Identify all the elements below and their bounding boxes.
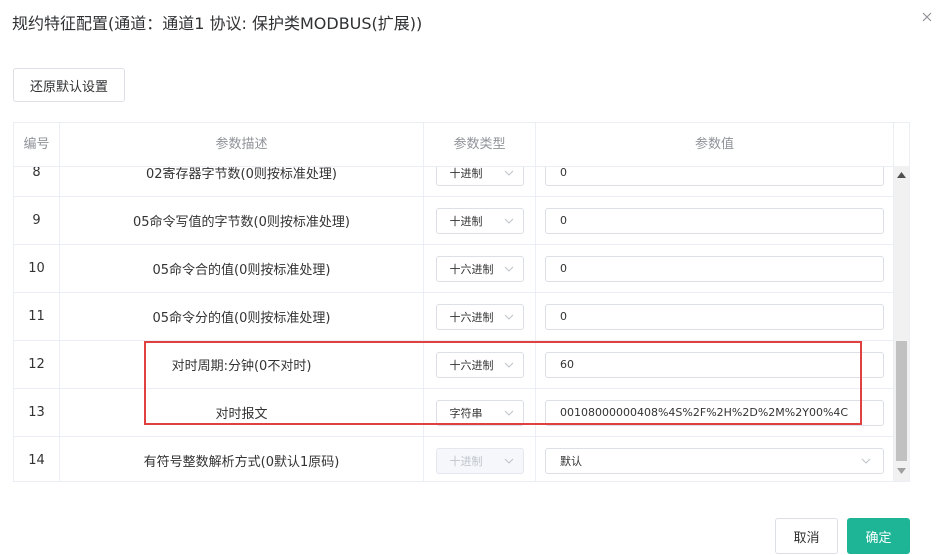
row-number: 9 [14,197,60,244]
header-description: 参数描述 [60,123,424,166]
param-type-value: 字符串 [449,406,483,420]
table-row: 12 对时周期:分钟(0不对时) 十六进制 60 [14,341,894,389]
row-value-cell: 60 [536,341,894,388]
close-icon[interactable] [920,10,934,24]
row-type-cell: 十进制 [424,197,536,244]
param-value-text: 0 [560,262,567,275]
header-type: 参数类型 [424,123,536,166]
param-type-select: 十进制 [435,447,524,474]
row-type-cell: 十六进制 [424,245,536,292]
header-number: 编号 [14,123,60,166]
param-type-value: 十六进制 [449,262,494,276]
param-type-select[interactable]: 十进制 [435,207,524,234]
param-type-value: 十六进制 [449,310,494,324]
table-row: 13 对时报文 字符串 00108000000408%4S%2F%2H%2D%2M%2… [14,389,894,437]
param-type-select[interactable]: 字符串 [435,399,524,426]
row-number: 13 [14,389,60,436]
param-value-input[interactable]: 0 [545,255,884,282]
row-number: 11 [14,293,60,340]
chevron-down-icon [861,458,871,464]
param-type-select[interactable]: 十六进制 [435,303,524,330]
table-row: 9 05命令写值的字节数(0则按标准处理) 十进制 0 [14,197,894,245]
row-description: 有符号整数解析方式(0默认1原码) [60,437,424,481]
header-value: 参数值 [536,123,894,166]
param-type-select[interactable]: 十六进制 [435,255,524,282]
chevron-down-icon [504,266,513,272]
cancel-button[interactable]: 取消 [775,518,838,554]
table-body: 8 02寄存器字节数(0则按标准处理) 十进制 0 9 05命令写值的字节数(0则按标准处… [14,123,894,481]
row-number: 10 [14,245,60,292]
chevron-down-icon [504,218,513,224]
row-type-cell: 十六进制 [424,293,536,340]
scroll-up-arrow-icon[interactable] [897,172,906,178]
parameter-table: 8 02寄存器字节数(0则按标准处理) 十进制 0 9 05命令写值的字节数(0则按标准处… [13,122,910,482]
restore-defaults-button[interactable]: 还原默认设置 [13,68,125,102]
scroll-down-arrow-icon[interactable] [897,468,906,474]
param-value-input[interactable]: 0 [545,303,884,330]
param-value-input[interactable]: 60 [545,351,884,378]
row-type-cell: 十六进制 [424,341,536,388]
param-type-value: 十进制 [449,214,483,228]
row-description: 05命令合的值(0则按标准处理) [60,245,424,292]
param-value-select[interactable]: 默认 [545,447,884,474]
param-value-text: 默认 [560,454,582,468]
row-description: 05命令写值的字节数(0则按标准处理) [60,197,424,244]
row-description: 05命令分的值(0则按标准处理) [60,293,424,340]
param-value-text: 0 [560,166,567,179]
param-value-text: 00108000000408%4S%2F%2H%2D%2M%2Y00%4C [560,406,849,419]
row-type-cell: 字符串 [424,389,536,436]
param-value-text: 0 [560,214,567,227]
table-row: 10 05命令合的值(0则按标准处理) 十六进制 0 [14,245,894,293]
param-type-value: 十进制 [449,454,483,468]
row-number: 12 [14,341,60,388]
confirm-button[interactable]: 确定 [847,518,910,554]
table-row: 14 有符号整数解析方式(0默认1原码) 十进制 默认 [14,437,894,481]
row-description: 对时报文 [60,389,424,436]
row-value-cell: 0 [536,197,894,244]
param-value-input[interactable]: 00108000000408%4S%2F%2H%2D%2M%2Y00%4C [545,399,884,426]
param-value-input[interactable]: 0 [545,207,884,234]
row-number: 14 [14,437,60,481]
scrollbar-thumb[interactable] [896,341,907,461]
param-value-text: 60 [560,358,574,371]
param-type-value: 十六进制 [449,358,494,372]
table-row: 11 05命令分的值(0则按标准处理) 十六进制 0 [14,293,894,341]
chevron-down-icon [504,314,513,320]
row-value-cell: 0 [536,245,894,292]
chevron-down-icon [504,362,513,368]
dialog-title: 规约特征配置(通道：通道1 协议: 保护类MODBUS(扩展)) [12,14,423,33]
chevron-down-icon [504,410,513,416]
row-description: 对时周期:分钟(0不对时) [60,341,424,388]
row-value-cell: 0 [536,293,894,340]
row-value-cell: 00108000000408%4S%2F%2H%2D%2M%2Y00%4C [536,389,894,436]
chevron-down-icon [504,170,513,176]
row-type-cell: 十进制 [424,437,536,481]
table-scrollbar[interactable] [894,166,909,481]
row-value-cell: 默认 [536,437,894,481]
param-type-select[interactable]: 十六进制 [435,351,524,378]
chevron-down-icon [504,458,513,464]
table-header: 编号 参数描述 参数类型 参数值 [14,123,894,167]
param-value-text: 0 [560,310,567,323]
